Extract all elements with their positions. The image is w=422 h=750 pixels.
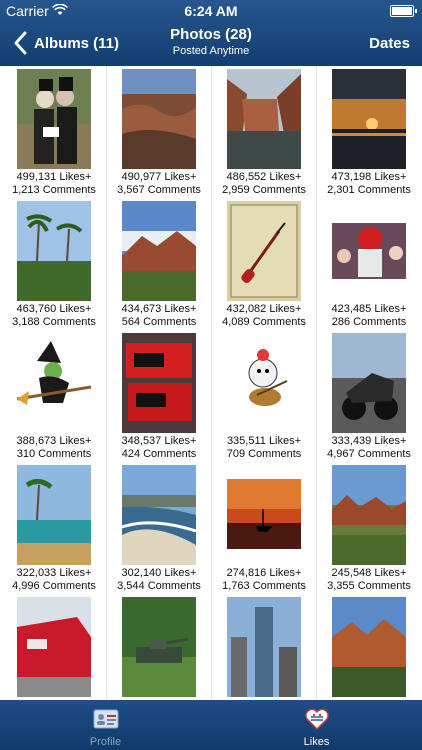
- photo-thumbnail[interactable]: [332, 333, 406, 433]
- comments-count: 1,213 Comments: [12, 184, 96, 196]
- photo-thumbnail[interactable]: [122, 333, 196, 433]
- photo-cell[interactable]: 434,673 Likes+ 564 Comments: [107, 198, 211, 329]
- likes-count: 333,439 Likes+: [331, 435, 407, 447]
- comments-count: 4,967 Comments: [327, 448, 411, 460]
- page-subtitle: Posted Anytime: [172, 45, 250, 57]
- photo-thumbnail[interactable]: [122, 465, 196, 565]
- battery-icon: [390, 5, 417, 17]
- likes-count: 463,760 Likes+: [16, 303, 92, 315]
- photo-thumbnail[interactable]: [332, 465, 406, 565]
- photo-thumbnail[interactable]: [332, 597, 406, 697]
- photo-cell[interactable]: 274,816 Likes+ 1,763 Comments: [212, 462, 316, 593]
- tab-profile-label: Profile: [89, 736, 122, 748]
- comments-count: 1,763 Comments: [222, 580, 306, 592]
- title-block: Photos (28) Posted Anytime: [100, 26, 322, 57]
- photo-cell[interactable]: [317, 594, 421, 700]
- photo-thumbnail[interactable]: [227, 333, 301, 433]
- likes-count: 302,140 Likes+: [121, 567, 197, 579]
- comments-count: 2,959 Comments: [222, 184, 306, 196]
- photo-thumbnail[interactable]: [17, 69, 91, 169]
- chevron-left-icon: [14, 31, 27, 55]
- top-bar: Carrier 6:24 AM Albums (11) Photos (28) …: [0, 0, 422, 66]
- likes-count: 473,198 Likes+: [331, 171, 407, 183]
- likes-count: 274,816 Likes+: [226, 567, 302, 579]
- photo-cell[interactable]: 335,511 Likes+ 709 Comments: [212, 330, 316, 461]
- photo-cell[interactable]: 348,537 Likes+ 424 Comments: [107, 330, 211, 461]
- photo-thumbnail[interactable]: [17, 333, 91, 433]
- comments-count: 4,089 Comments: [222, 316, 306, 328]
- photo-thumbnail[interactable]: [122, 201, 196, 301]
- photo-cell[interactable]: 499,131 Likes+ 1,213 Comments: [2, 66, 106, 197]
- photo-thumbnail[interactable]: [227, 597, 301, 697]
- photo-cell[interactable]: [2, 594, 106, 700]
- tab-likes-label: Likes: [303, 736, 330, 748]
- profile-icon: [93, 709, 118, 729]
- photo-cell[interactable]: 473,198 Likes+ 2,301 Comments: [317, 66, 421, 197]
- likes-count: 423,485 Likes+: [331, 303, 407, 315]
- photo-cell[interactable]: 322,033 Likes+ 4,996 Comments: [2, 462, 106, 593]
- photo-thumbnail[interactable]: [17, 201, 91, 301]
- status-bar: Carrier 6:24 AM: [0, 0, 422, 22]
- grid-divider: [211, 66, 212, 700]
- photo-cell[interactable]: 463,760 Likes+ 3,188 Comments: [2, 198, 106, 329]
- likes-count: 388,673 Likes+: [16, 435, 92, 447]
- comments-count: 4,996 Comments: [12, 580, 96, 592]
- likes-count: 348,537 Likes+: [121, 435, 197, 447]
- comments-count: 3,544 Comments: [117, 580, 201, 592]
- grid-divider: [106, 66, 107, 700]
- comments-count: 310 Comments: [16, 448, 92, 460]
- photo-thumbnail[interactable]: [227, 69, 301, 169]
- comments-count: 3,567 Comments: [117, 184, 201, 196]
- comments-count: 2,301 Comments: [327, 184, 411, 196]
- dates-button[interactable]: Dates: [369, 35, 410, 52]
- nav-bar: Albums (11) Photos (28) Posted Anytime D…: [0, 22, 422, 66]
- tab-likes[interactable]: Likes: [211, 700, 422, 750]
- photo-thumbnail[interactable]: [122, 597, 196, 697]
- comments-count: 709 Comments: [226, 448, 302, 460]
- photo-cell[interactable]: 333,439 Likes+ 4,967 Comments: [317, 330, 421, 461]
- photo-cell[interactable]: 490,977 Likes+ 3,567 Comments: [107, 66, 211, 197]
- photo-cell[interactable]: [107, 594, 211, 700]
- photo-thumbnail[interactable]: [122, 69, 196, 169]
- tab-profile[interactable]: Profile: [0, 700, 211, 750]
- grid-divider: [316, 66, 317, 700]
- photo-cell[interactable]: 245,548 Likes+ 3,355 Comments: [317, 462, 421, 593]
- photo-cell[interactable]: 486,552 Likes+ 2,959 Comments: [212, 66, 316, 197]
- likes-count: 432,082 Likes+: [226, 303, 302, 315]
- photo-thumbnail[interactable]: [332, 69, 406, 169]
- photo-thumbnail[interactable]: [17, 597, 91, 697]
- likes-icon: [304, 708, 329, 730]
- comments-count: 564 Comments: [121, 316, 197, 328]
- tab-bar: Profile Likes: [0, 700, 422, 750]
- page-title: Photos (28): [170, 26, 252, 43]
- comments-count: 3,188 Comments: [12, 316, 96, 328]
- photo-thumbnail[interactable]: [332, 201, 406, 301]
- clock: 6:24 AM: [184, 3, 238, 19]
- photo-cell[interactable]: 388,673 Likes+ 310 Comments: [2, 330, 106, 461]
- photo-thumbnail[interactable]: [227, 201, 301, 301]
- likes-count: 486,552 Likes+: [226, 171, 302, 183]
- likes-count: 335,511 Likes+: [226, 435, 302, 447]
- comments-count: 286 Comments: [331, 316, 407, 328]
- photo-thumbnail[interactable]: [17, 465, 91, 565]
- photo-cell[interactable]: 432,082 Likes+ 4,089 Comments: [212, 198, 316, 329]
- likes-count: 434,673 Likes+: [121, 303, 197, 315]
- likes-count: 490,977 Likes+: [121, 171, 197, 183]
- likes-count: 499,131 Likes+: [16, 171, 92, 183]
- comments-count: 424 Comments: [121, 448, 197, 460]
- photo-cell[interactable]: 302,140 Likes+ 3,544 Comments: [107, 462, 211, 593]
- comments-count: 3,355 Comments: [327, 580, 411, 592]
- photo-cell[interactable]: [212, 594, 316, 700]
- photo-thumbnail[interactable]: [227, 465, 301, 565]
- likes-count: 245,548 Likes+: [331, 567, 407, 579]
- photo-cell[interactable]: 423,485 Likes+ 286 Comments: [317, 198, 421, 329]
- likes-count: 322,033 Likes+: [16, 567, 92, 579]
